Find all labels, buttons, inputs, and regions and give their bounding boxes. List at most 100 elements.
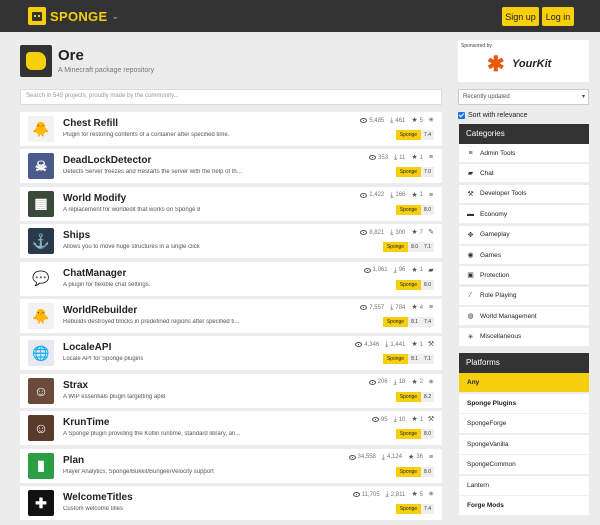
star-icon: ★ [411, 304, 418, 311]
project-row[interactable]: 🌐 LocaleAPI Locale API for Sponge plugin… [20, 336, 442, 371]
project-name[interactable]: LocaleAPI [63, 342, 111, 353]
category-item[interactable]: ⚒ Developer Tools [459, 184, 589, 204]
version-tag: 7.1 [421, 354, 434, 365]
signup-button[interactable]: Sign up [502, 7, 539, 26]
chevron-down-icon: ▾ [581, 94, 585, 100]
platform-label: SpongeCommon [467, 461, 516, 468]
project-name[interactable]: World Modify [63, 193, 126, 204]
project-name[interactable]: WelcomeTitles [63, 492, 133, 503]
project-description: Allows you to move huge structures in a … [63, 244, 200, 251]
project-row[interactable]: ☺ Strax A WIP essentials plugin targetti… [20, 373, 442, 408]
category-label: Chat [480, 169, 494, 177]
stars-stat: ★ 2 [411, 379, 423, 386]
project-icon[interactable]: ▦ [28, 190, 54, 217]
project-row[interactable]: 💬 ChatManager A plugin for flexible chat… [20, 261, 442, 296]
asterisk-icon: ✳ [428, 117, 434, 124]
project-icon[interactable]: ☺ [28, 377, 54, 404]
project-icon[interactable]: ✚ [28, 490, 54, 516]
category-item[interactable]: ✥ Gameplay [459, 225, 589, 245]
project-description: Player Analytics, Sponge/Bukkit/Bungee/V… [63, 468, 214, 475]
views-count: 4,346 [364, 341, 380, 348]
project-stats: 34,558 ⤓ 4,124 ★ 36 ≡ [343, 454, 435, 461]
server-icon: ≡ [468, 149, 473, 157]
login-button[interactable]: Log in [542, 7, 574, 26]
downloads-stat: ⤓ 166 [390, 192, 405, 199]
downloads-count: 2,811 [390, 491, 406, 498]
category-item[interactable]: ◉ Games [459, 246, 589, 265]
platform-item[interactable]: Any [459, 373, 589, 393]
star-icon: ★ [411, 341, 418, 349]
download-icon: ⤓ [390, 117, 394, 124]
project-icon[interactable]: 🐥 [28, 116, 54, 142]
sponge-logo[interactable]: SPONGE ⌄ [28, 7, 119, 25]
project-name[interactable]: DeadLockDetector [63, 155, 151, 166]
downloads-stat: ⤓ 18 [394, 379, 406, 386]
project-name[interactable]: KrunTime [63, 417, 110, 428]
project-icon[interactable]: 🐥 [28, 303, 54, 329]
views-count: 353 [378, 154, 389, 161]
project-stats: 7,557 ⤓ 784 ★ 4 ≡ [354, 304, 435, 311]
project-icon[interactable]: 🌐 [28, 340, 54, 367]
sort-select[interactable]: Recently updated ▾ [458, 89, 589, 105]
platform-item[interactable]: Sponge Plugins [459, 393, 589, 414]
platform-item[interactable]: SpongeVanilla [459, 434, 589, 455]
project-row[interactable]: 🐥 WorldRebuilder Rebuilds destroyed bloc… [20, 299, 442, 333]
project-icon[interactable]: ☺ [28, 415, 54, 442]
project-name[interactable]: Ships [63, 230, 90, 241]
category-item[interactable]: ▰ Chat [459, 164, 589, 184]
stars-count: 1 [419, 416, 423, 423]
sort-relevance-checkbox[interactable]: Sort with relevance [458, 112, 528, 119]
project-name[interactable]: Plan [63, 455, 84, 466]
platform-item[interactable]: SpongeCommon [459, 455, 589, 475]
platform-tags: Sponge 8.1 7.1 [382, 354, 434, 365]
project-row[interactable]: ☠ DeadLockDetector Detects Server freeze… [20, 149, 442, 184]
category-item[interactable]: ≡ Admin Tools [459, 144, 589, 163]
platform-tags: Sponge 8.1 7.4 [382, 317, 434, 327]
sponsor-banner[interactable]: Sponsored by ✱ YourKit [458, 40, 589, 82]
globe-icon: ◍ [467, 313, 474, 321]
project-name[interactable]: WorldRebuilder [63, 305, 137, 316]
project-description: A replacement for worldedit that works o… [63, 206, 201, 213]
project-row[interactable]: 🐥 Chest Refill Plugin for restoring cont… [20, 112, 442, 146]
category-item[interactable]: ◍ World Management [459, 307, 589, 327]
project-icon[interactable]: ⚓ [28, 228, 54, 255]
project-name[interactable]: ChatManager [63, 268, 126, 279]
platform-item[interactable]: Lantern [459, 475, 589, 496]
project-row[interactable]: ▦ World Modify A replacement for worlded… [20, 186, 442, 221]
category-item[interactable]: ▬ Economy [459, 205, 589, 225]
gamepad-icon: ◉ [467, 252, 474, 259]
downloads-count: 300 [395, 229, 406, 236]
project-icon[interactable]: ☠ [28, 153, 54, 180]
platform-label: Forge Mods [467, 502, 504, 509]
views-stat: 206 [368, 379, 388, 385]
star-icon: ★ [411, 416, 418, 424]
project-row[interactable]: ✚ WelcomeTitles Custom welcome titles 11… [20, 486, 442, 520]
platform-tag: Sponge [395, 279, 422, 290]
views-count: 11,705 [361, 491, 380, 498]
platform-item[interactable]: Forge Mods [459, 496, 589, 516]
project-row[interactable]: ⚓ Ships Allows you to move huge structur… [20, 224, 442, 259]
project-row[interactable]: ▮ Plan Player Analytics, Sponge/Bukkit/B… [20, 448, 442, 483]
category-item[interactable]: ⁄ Role Playing [459, 286, 589, 306]
download-icon: ⤓ [393, 416, 397, 424]
project-description: Detects Server freezes and Restarts the … [63, 169, 242, 176]
category-item[interactable]: ▣ Protection [459, 266, 589, 286]
search-input[interactable]: Search in 545 projects, proudly made by … [20, 89, 442, 105]
checkbox-checked-icon[interactable] [458, 112, 465, 119]
wrench-icon: ⚒ [467, 190, 474, 198]
category-item[interactable]: ✳ Miscellaneous [459, 327, 589, 347]
project-name[interactable]: Chest Refill [63, 118, 118, 129]
views-count: 95 [380, 416, 388, 423]
project-icon[interactable]: ▮ [28, 452, 54, 479]
sponge-icon [26, 52, 46, 70]
platform-item[interactable]: SpongeForge [459, 414, 589, 434]
project-description: A plugin for flexible chat settings. [63, 281, 151, 288]
project-row[interactable]: ☺ KrunTime A Sponge plugin providing the… [20, 411, 442, 446]
stars-count: 4 [419, 304, 423, 311]
project-name[interactable]: Strax [63, 380, 88, 391]
project-icon[interactable]: 💬 [28, 265, 54, 292]
platform-tag: Sponge [395, 167, 422, 178]
category-label: Gameplay [480, 231, 510, 239]
lock-icon: ▣ [467, 272, 474, 280]
project-description: Locale API for Sponge plugins [63, 356, 144, 363]
